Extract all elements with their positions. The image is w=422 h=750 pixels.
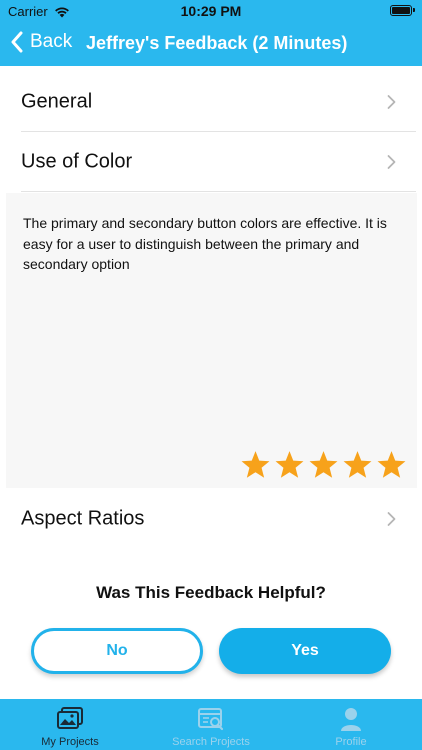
back-label: Back	[30, 31, 73, 52]
star-icon	[309, 451, 338, 478]
helpful-question: Was This Feedback Helpful?	[96, 583, 326, 602]
image-gallery-icon	[57, 707, 83, 729]
header: Carrier 10:29 PM Back Jeffrey's Feedback…	[0, 0, 422, 66]
section-label: Use of Color	[21, 150, 133, 173]
no-button[interactable]: No	[31, 628, 203, 674]
chevron-right-icon	[387, 155, 396, 169]
status-bar: Carrier 10:29 PM	[0, 0, 422, 22]
star-icon	[241, 451, 270, 478]
tab-label: Profile	[335, 736, 367, 748]
chevron-left-icon	[11, 31, 23, 53]
star-icon	[343, 451, 372, 478]
tab-profile[interactable]: Profile	[281, 699, 421, 750]
status-time: 10:29 PM	[180, 3, 242, 19]
page-title: Jeffrey's Feedback (2 Minutes)	[86, 33, 348, 53]
section-label: Aspect Ratios	[21, 507, 145, 530]
search-projects-icon	[198, 708, 224, 731]
back-button[interactable]: Back	[10, 31, 72, 53]
person-icon	[341, 708, 361, 731]
chevron-right-icon	[387, 95, 396, 109]
chevron-right-icon	[387, 512, 396, 526]
tab-bar: My Projects Search Projects Profile	[0, 699, 422, 750]
yes-button[interactable]: Yes	[219, 628, 391, 674]
tab-label: My Projects	[41, 736, 99, 748]
star-icon	[377, 451, 406, 478]
battery-icon	[390, 5, 415, 16]
section-row-general[interactable]: General	[0, 72, 422, 132]
star-rating	[240, 450, 407, 480]
feedback-panel: The primary and secondary button colors …	[6, 193, 417, 488]
section-label: General	[21, 90, 93, 113]
section-row-aspect-ratios[interactable]: Aspect Ratios	[0, 489, 422, 549]
tab-my-projects[interactable]: My Projects	[0, 699, 140, 750]
section-row-use-of-color[interactable]: Use of Color	[0, 132, 422, 192]
tab-label: Search Projects	[172, 736, 250, 748]
navigation-bar: Back Jeffrey's Feedback (2 Minutes)	[0, 22, 422, 66]
tab-search-projects[interactable]: Search Projects	[141, 699, 281, 750]
divider	[21, 191, 416, 192]
star-icon	[275, 451, 304, 478]
feedback-text: The primary and secondary button colors …	[23, 215, 387, 272]
